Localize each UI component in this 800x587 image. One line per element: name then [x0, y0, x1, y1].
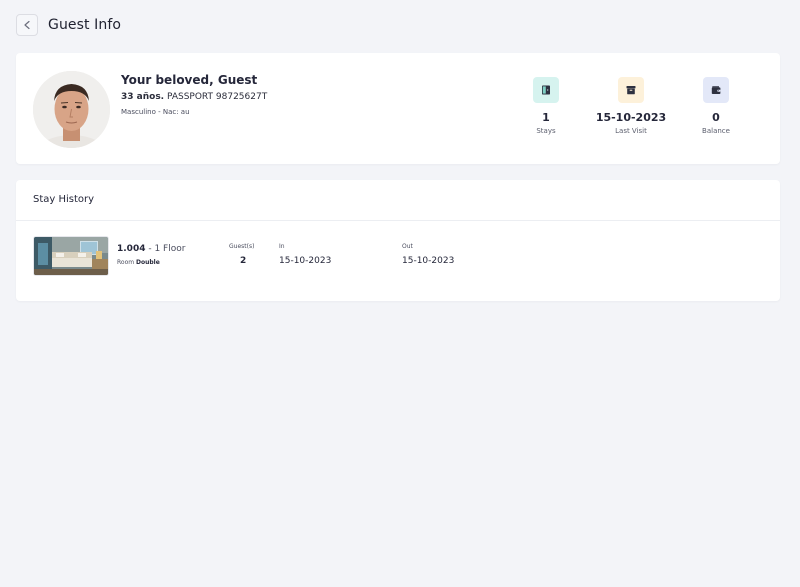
door-icon [542, 85, 550, 95]
guest-passport: PASSPORT 98725627T [166, 92, 268, 102]
archive-icon [626, 86, 636, 95]
top-bar: Guest Info [16, 14, 121, 36]
guest-avatar [33, 71, 110, 148]
guest-id-line: 33 años. PASSPORT 98725627T [121, 92, 267, 102]
stat-balance-value: 0 [712, 111, 720, 124]
stat-balance-label: Balance [702, 127, 730, 135]
room-name: 1.004 - 1 Floor [117, 244, 186, 254]
stat-last-visit-icon-box [618, 77, 644, 103]
room-number: 1.004 [117, 244, 146, 254]
stat-stays-icon-box [533, 77, 559, 103]
guest-name: Your beloved, Guest [121, 73, 258, 87]
room-floor: 1 Floor [154, 244, 186, 254]
guests-value: 2 [240, 256, 247, 266]
back-button[interactable] [16, 14, 38, 36]
stat-last-visit: 15-10-2023 Last Visit [591, 77, 671, 135]
stay-history-card: Stay History 1.004 - 1 Floor Room Double… [16, 180, 780, 301]
divider [16, 220, 780, 221]
check-in-date: 15-10-2023 [279, 256, 332, 266]
check-out-label: Out [402, 243, 413, 250]
arrow-left-icon [24, 20, 30, 30]
guests-label: Guest(s) [229, 243, 255, 250]
room-type-line: Room Double [117, 259, 160, 266]
room-type: Double [136, 259, 160, 266]
stat-stays-value: 1 [542, 111, 550, 124]
stat-stays-label: Stays [536, 127, 556, 135]
check-in-label: In [279, 243, 285, 250]
stat-stays: 1 Stays [506, 77, 586, 135]
guest-meta: Masculino - Nac: au [121, 108, 190, 116]
stat-balance-icon-box [703, 77, 729, 103]
check-out-date: 15-10-2023 [402, 256, 455, 266]
room-label: Room [117, 259, 135, 266]
wallet-icon [711, 86, 721, 94]
room-thumbnail [33, 236, 109, 276]
stay-history-title: Stay History [33, 194, 95, 205]
page-title: Guest Info [48, 17, 122, 33]
stat-last-visit-label: Last Visit [615, 127, 647, 135]
guest-age: 33 años. [121, 92, 165, 102]
stat-balance: 0 Balance [676, 77, 756, 135]
stay-row[interactable]: 1.004 - 1 Floor Room Double Guest(s) 2 I… [16, 236, 780, 280]
guest-profile-card: Your beloved, Guest 33 años. PASSPORT 98… [16, 53, 780, 164]
stat-last-visit-value: 15-10-2023 [595, 111, 667, 124]
